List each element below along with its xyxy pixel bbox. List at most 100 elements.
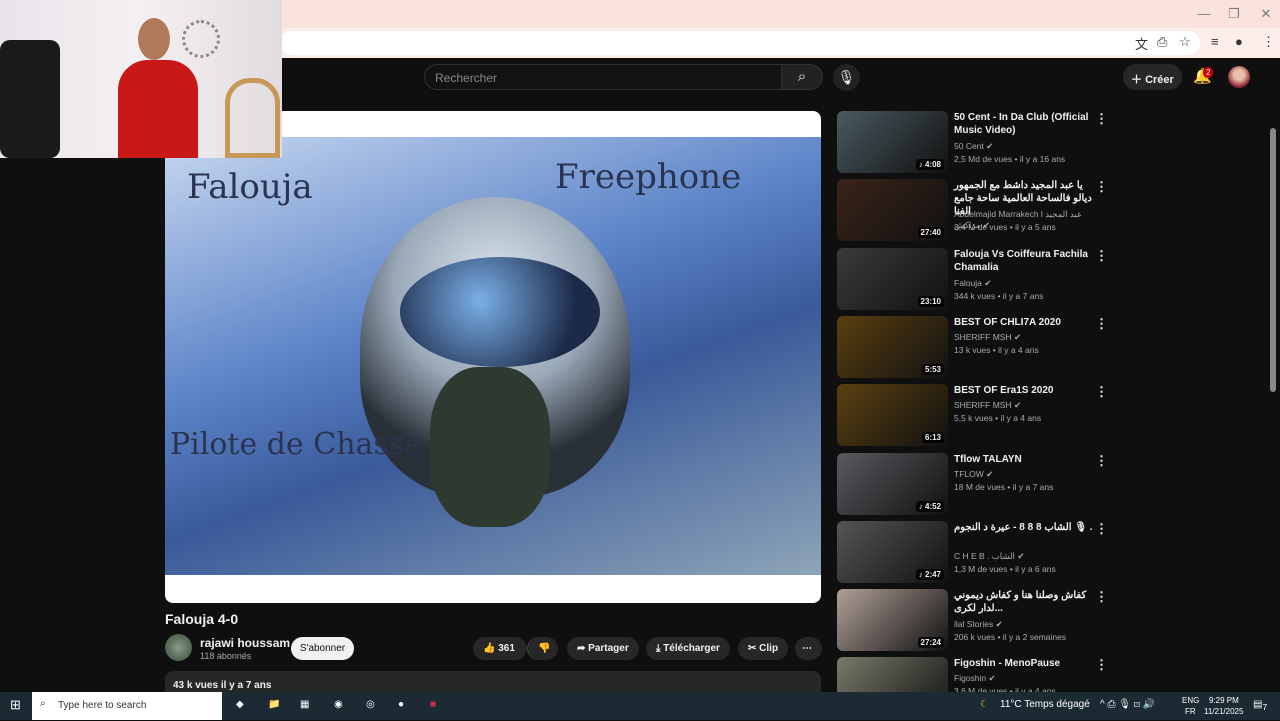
subscribe-button[interactable]: S'abonner xyxy=(291,637,354,660)
download-label: Télécharger xyxy=(663,643,720,654)
recommendation-title[interactable]: الشاب 8 8 8 - عيرة د النجوم 🎙 . xyxy=(954,521,1094,534)
clip-button[interactable]: ✂ Clip xyxy=(738,637,789,660)
thumbs-up-icon: 👍 xyxy=(483,643,496,654)
recommendation-title[interactable]: BEST OF CHLI7A 2020 xyxy=(954,316,1094,329)
search-icon: ⌕ xyxy=(797,68,807,85)
recommendation-thumbnail[interactable]: 23:10 xyxy=(837,247,948,310)
channel-label: Figoshin xyxy=(954,673,987,684)
download-button[interactable]: ⤓ Télécharger xyxy=(646,637,730,660)
scrollbar[interactable] xyxy=(1270,128,1276,392)
recommendation-item[interactable]: 27:24 كفاش وصلنا هنا و كفاش ديموني لدار … xyxy=(837,589,1108,653)
recommendation-item[interactable]: ♪ 4:52 Tflow TALAYN TFLOW ✔ 18 M de vues… xyxy=(837,452,1108,517)
copilot-icon[interactable]: ◆ xyxy=(236,699,244,710)
recommendation-thumbnail[interactable]: 6:13 xyxy=(837,384,948,447)
gaming-chair xyxy=(0,40,60,158)
duration-badge: 27:24 xyxy=(917,637,944,649)
more-options-icon[interactable]: ⋮ xyxy=(1095,248,1108,264)
recommendation-meta: 206 k vues • il y a 2 semaines xyxy=(954,632,1067,643)
restore-button[interactable]: ❐ xyxy=(1219,6,1249,22)
create-button[interactable]: ＋ Créer xyxy=(1123,64,1182,90)
taskbar-search[interactable]: ⌕ Type here to search xyxy=(32,692,222,720)
overlay-text-bottom: Pilote de Chasse xyxy=(170,427,422,462)
more-options-icon[interactable]: ⋮ xyxy=(1095,316,1108,332)
recommendation-title[interactable]: Tflow TALAYN xyxy=(954,453,1094,466)
recommendation-title[interactable]: Falouja Vs Coiffeura Fachila Chamalia xyxy=(954,248,1094,274)
windows-start-icon[interactable]: ⊞ xyxy=(10,697,21,713)
download-icon: ⤓ xyxy=(656,643,661,654)
more-options-icon[interactable]: ⋮ xyxy=(1095,589,1108,605)
file-explorer-icon[interactable]: 📁 xyxy=(268,699,280,710)
address-bar[interactable] xyxy=(280,31,1200,55)
lang2[interactable]: FR xyxy=(1185,707,1196,716)
more-options-icon[interactable]: ⋮ xyxy=(1095,111,1108,127)
recommendation-item[interactable]: 27:40 يا عبد المجيد داشط مع الجمهور ديال… xyxy=(837,179,1108,243)
recommendation-thumbnail[interactable]: ♪ 4:08 xyxy=(837,111,948,173)
recommendation-channel[interactable]: ilal Stories ✔ xyxy=(954,619,1003,630)
share-button[interactable]: ➦ Partager xyxy=(567,637,639,660)
lang1[interactable]: ENG xyxy=(1182,696,1199,705)
recommendation-thumbnail[interactable]: 5:53 xyxy=(837,315,948,378)
recommendation-title[interactable]: كفاش وصلنا هنا و كفاش ديموني لدار لكرى..… xyxy=(954,589,1094,615)
notification-center-icon[interactable]: ▤7 xyxy=(1253,699,1267,712)
verified-icon: ✔ xyxy=(986,468,994,479)
dislike-button[interactable]: 👎 xyxy=(527,637,558,660)
weather-text[interactable]: 11°C Temps dégagé xyxy=(1000,699,1090,710)
more-actions-button[interactable]: ⋯ xyxy=(795,637,822,660)
more-options-icon[interactable]: ⋮ xyxy=(1095,657,1108,673)
recommendation-title[interactable]: 50 Cent - In Da Club (Official Music Vid… xyxy=(954,111,1094,137)
microphone-icon: 🎙 xyxy=(837,69,856,85)
discord-icon[interactable]: ● xyxy=(398,699,404,710)
more-options-icon[interactable]: ⋮ xyxy=(1095,179,1108,195)
more-options-icon[interactable]: ⋮ xyxy=(1095,521,1108,537)
recommendation-channel[interactable]: TFLOW ✔ xyxy=(954,469,993,480)
store-icon[interactable]: ▦ xyxy=(300,699,309,710)
recommendation-title[interactable]: Figoshin - MenoPause xyxy=(954,657,1094,670)
recommendation-channel[interactable]: SHERIFF MSH ✔ xyxy=(954,332,1021,343)
recommendation-channel[interactable]: SHERIFF MSH ✔ xyxy=(954,400,1021,411)
duration-badge: ♪ 4:52 xyxy=(915,500,944,512)
recommendation-thumbnail[interactable]: 27:24 xyxy=(837,589,948,652)
recommendation-channel[interactable]: Falouja ✔ xyxy=(954,278,991,289)
like-button[interactable]: 👍 361 xyxy=(473,637,527,660)
app-icon[interactable]: ◎ xyxy=(366,699,375,710)
clock-time[interactable]: 9:29 PM xyxy=(1209,696,1239,705)
channel-avatar[interactable] xyxy=(165,634,192,661)
share-icon: ➦ xyxy=(577,643,586,654)
minimize-button[interactable]: — xyxy=(1189,6,1219,21)
search-input[interactable]: Rechercher xyxy=(424,64,782,90)
voice-search-button[interactable]: 🎙 xyxy=(833,64,860,91)
recommendation-thumbnail[interactable]: 27:40 xyxy=(837,179,948,242)
profile-icon[interactable]: ● xyxy=(1235,34,1243,49)
recommendation-channel[interactable]: Figoshin ✔ xyxy=(954,673,996,684)
menu-icon[interactable]: ⋮ xyxy=(1262,34,1275,50)
pocket-icon[interactable]: ■ xyxy=(430,699,436,710)
recommendation-channel[interactable]: C H E B . الشاب ✔ xyxy=(954,551,1024,562)
verified-icon: ✔ xyxy=(988,673,996,684)
search-button[interactable]: ⌕ xyxy=(781,64,823,90)
recommendation-item[interactable]: ♪ 4:08 50 Cent - In Da Club (Official Mu… xyxy=(837,111,1108,175)
recommendation-item[interactable]: 6:13 BEST OF Era1S 2020 SHERIFF MSH ✔ 5,… xyxy=(837,384,1108,448)
recommendation-meta: 13 k vues • il y a 4 ans xyxy=(954,344,1039,355)
translate-icon[interactable]: 文 xyxy=(1135,34,1148,53)
more-options-icon[interactable]: ⋮ xyxy=(1095,453,1108,469)
recommendation-thumbnail[interactable]: ♪ 2:47 xyxy=(837,520,948,583)
video-player[interactable]: Falouja Freephone Pilote de Chasse xyxy=(165,111,821,603)
more-options-icon[interactable]: ⋮ xyxy=(1095,384,1108,400)
bookmark-star-icon[interactable]: ☆ xyxy=(1179,34,1191,50)
media-control-icon[interactable]: ≡ xyxy=(1211,34,1219,49)
close-button[interactable]: ✕ xyxy=(1251,6,1280,22)
clock-date[interactable]: 11/21/2025 xyxy=(1204,707,1243,716)
channel-label: C H E B . الشاب xyxy=(954,550,1015,561)
channel-name[interactable]: rajawi houssam xyxy=(200,636,290,650)
recommendation-thumbnail[interactable]: ♪ 4:52 xyxy=(837,452,948,515)
recommendation-channel[interactable]: 50 Cent ✔ xyxy=(954,141,993,152)
recommendation-item[interactable]: 5:53 BEST OF CHLI7A 2020 SHERIFF MSH ✔ 1… xyxy=(837,315,1108,380)
tray-chevron-icon[interactable]: ^ ⎙ 🎙 ⊡ 🔊 xyxy=(1100,699,1155,710)
chrome-icon[interactable]: ◉ xyxy=(334,699,343,710)
plus-icon: ＋ xyxy=(1131,74,1142,86)
user-avatar[interactable] xyxy=(1228,66,1250,88)
recommendation-item[interactable]: 23:10 Falouja Vs Coiffeura Fachila Chama… xyxy=(837,247,1108,312)
install-app-icon[interactable]: ⎙ xyxy=(1157,34,1167,50)
recommendation-title[interactable]: BEST OF Era1S 2020 xyxy=(954,384,1094,397)
recommendation-item[interactable]: ♪ 2:47 الشاب 8 8 8 - عيرة د النجوم 🎙 . C… xyxy=(837,520,1108,585)
